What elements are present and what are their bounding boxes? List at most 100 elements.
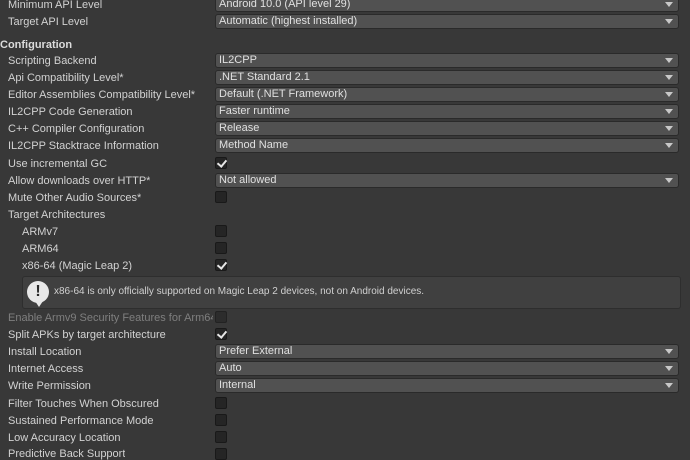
- incremental-gc-label: Use incremental GC: [8, 158, 108, 170]
- low-accuracy-checkbox[interactable]: [215, 431, 227, 443]
- warning-icon: !: [27, 281, 49, 307]
- chevron-down-icon: [665, 109, 673, 114]
- minimum-api-level-label: Minimum API Level: [8, 0, 103, 11]
- incremental-gc-row: Use incremental GC: [0, 156, 690, 173]
- install-location-row: Install Location Prefer External: [0, 344, 690, 361]
- mute-audio-label: Mute Other Audio Sources*: [8, 192, 142, 204]
- split-apks-row: Split APKs by target architecture: [0, 327, 690, 344]
- x86-warning-box: ! x86-64 is only officially supported on…: [22, 276, 681, 309]
- internet-access-value: Auto: [219, 362, 242, 374]
- target-api-level-value: Automatic (highest installed): [219, 15, 358, 27]
- filter-touches-checkbox[interactable]: [215, 397, 227, 409]
- cpp-compiler-value: Release: [219, 122, 260, 134]
- predictive-back-checkbox[interactable]: [215, 448, 227, 460]
- split-apks-label: Split APKs by target architecture: [8, 329, 166, 341]
- armv9-checkbox[interactable]: [215, 311, 227, 323]
- predictive-back-label: Predictive Back Support: [8, 448, 126, 460]
- sustained-perf-checkbox[interactable]: [215, 414, 227, 426]
- predictive-back-row: Predictive Back Support: [0, 443, 690, 460]
- filter-touches-label: Filter Touches When Obscured: [8, 398, 159, 410]
- chevron-down-icon: [665, 19, 673, 24]
- minimum-api-level-dropdown[interactable]: Android 10.0 (API level 29): [215, 0, 679, 12]
- api-compat-value: .NET Standard 2.1: [219, 71, 310, 83]
- internet-access-label: Internet Access: [8, 363, 84, 375]
- x86-64-label: x86-64 (Magic Leap 2): [22, 260, 133, 272]
- minimum-api-level-value: Android 10.0 (API level 29): [219, 0, 351, 10]
- armv7-label: ARMv7: [22, 226, 59, 238]
- split-apks-checkbox[interactable]: [215, 328, 228, 340]
- internet-access-dropdown[interactable]: Auto: [215, 361, 679, 376]
- armv7-checkbox[interactable]: [215, 225, 227, 237]
- install-location-dropdown[interactable]: Prefer External: [215, 344, 679, 359]
- allow-http-row: Allow downloads over HTTP* Not allowed: [0, 173, 690, 190]
- minimum-api-level-row: Minimum API Level Android 10.0 (API leve…: [0, 0, 690, 14]
- chevron-down-icon: [665, 58, 673, 63]
- allow-http-value: Not allowed: [219, 174, 277, 186]
- cpp-compiler-row: C++ Compiler Configuration Release: [0, 121, 690, 138]
- cpp-compiler-label: C++ Compiler Configuration: [8, 123, 145, 135]
- editor-compat-value: Default (.NET Framework): [219, 88, 348, 100]
- target-api-level-row: Target API Level Automatic (highest inst…: [0, 14, 690, 31]
- target-api-level-dropdown[interactable]: Automatic (highest installed): [215, 14, 679, 29]
- il2cpp-stacktrace-label: IL2CPP Stacktrace Information: [8, 140, 159, 152]
- sustained-perf-label: Sustained Performance Mode: [8, 415, 154, 427]
- il2cpp-stacktrace-row: IL2CPP Stacktrace Information Method Nam…: [0, 138, 690, 155]
- chevron-down-icon: [665, 92, 673, 97]
- target-api-level-label: Target API Level: [8, 16, 89, 28]
- arm64-checkbox[interactable]: [215, 242, 227, 254]
- write-permission-row: Write Permission Internal: [0, 378, 690, 395]
- il2cpp-stacktrace-value: Method Name: [219, 139, 289, 151]
- chevron-down-icon: [665, 366, 673, 371]
- api-compat-dropdown[interactable]: .NET Standard 2.1: [215, 70, 679, 85]
- il2cpp-codegen-dropdown[interactable]: Faster runtime: [215, 104, 679, 119]
- x86-64-checkbox[interactable]: [215, 259, 228, 271]
- target-arch-row: Target Architectures: [0, 207, 690, 224]
- internet-access-row: Internet Access Auto: [0, 361, 690, 378]
- install-location-label: Install Location: [8, 346, 82, 358]
- arm64-row: ARM64: [0, 241, 690, 258]
- armv7-row: ARMv7: [0, 224, 690, 241]
- il2cpp-stacktrace-dropdown[interactable]: Method Name: [215, 138, 679, 153]
- scripting-backend-label: Scripting Backend: [8, 55, 97, 67]
- mute-audio-checkbox[interactable]: [215, 191, 227, 203]
- scripting-backend-dropdown[interactable]: IL2CPP: [215, 53, 679, 68]
- scripting-backend-value: IL2CPP: [219, 54, 257, 66]
- incremental-gc-checkbox[interactable]: [215, 157, 228, 169]
- il2cpp-codegen-row: IL2CPP Code Generation Faster runtime: [0, 104, 690, 121]
- check-icon: [216, 157, 228, 168]
- write-permission-dropdown[interactable]: Internal: [215, 378, 679, 393]
- x86-64-row: x86-64 (Magic Leap 2): [0, 258, 690, 275]
- write-permission-label: Write Permission: [8, 380, 91, 392]
- chevron-down-icon: [665, 2, 673, 7]
- allow-http-dropdown[interactable]: Not allowed: [215, 173, 679, 188]
- x86-warning-message: x86-64 is only officially supported on M…: [54, 286, 425, 297]
- chevron-down-icon: [665, 178, 673, 183]
- filter-touches-row: Filter Touches When Obscured: [0, 396, 690, 413]
- write-permission-value: Internal: [219, 379, 256, 391]
- chevron-down-icon: [665, 75, 673, 80]
- target-arch-label: Target Architectures: [8, 209, 106, 221]
- editor-compat-label: Editor Assemblies Compatibility Level*: [8, 89, 196, 101]
- check-icon: [216, 259, 228, 270]
- armv9-label: Enable Armv9 Security Features for Arm64: [8, 312, 213, 324]
- configuration-section-title: Configuration: [0, 39, 73, 51]
- il2cpp-codegen-value: Faster runtime: [219, 105, 290, 117]
- arm64-label: ARM64: [22, 243, 59, 255]
- il2cpp-codegen-label: IL2CPP Code Generation: [8, 106, 133, 118]
- editor-compat-dropdown[interactable]: Default (.NET Framework): [215, 87, 679, 102]
- chevron-down-icon: [665, 383, 673, 388]
- sustained-perf-row: Sustained Performance Mode: [0, 413, 690, 430]
- install-location-value: Prefer External: [219, 345, 293, 357]
- check-icon: [216, 328, 228, 339]
- api-compat-label: Api Compatibility Level*: [8, 72, 124, 84]
- chevron-down-icon: [665, 349, 673, 354]
- allow-http-label: Allow downloads over HTTP*: [8, 175, 151, 187]
- cpp-compiler-dropdown[interactable]: Release: [215, 121, 679, 136]
- chevron-down-icon: [665, 126, 673, 131]
- scripting-backend-row: Scripting Backend IL2CPP: [0, 53, 690, 70]
- editor-compat-row: Editor Assemblies Compatibility Level* D…: [0, 87, 690, 104]
- chevron-down-icon: [665, 143, 673, 148]
- mute-audio-row: Mute Other Audio Sources*: [0, 190, 690, 207]
- api-compat-row: Api Compatibility Level* .NET Standard 2…: [0, 70, 690, 87]
- armv9-row: Enable Armv9 Security Features for Arm64: [0, 310, 690, 327]
